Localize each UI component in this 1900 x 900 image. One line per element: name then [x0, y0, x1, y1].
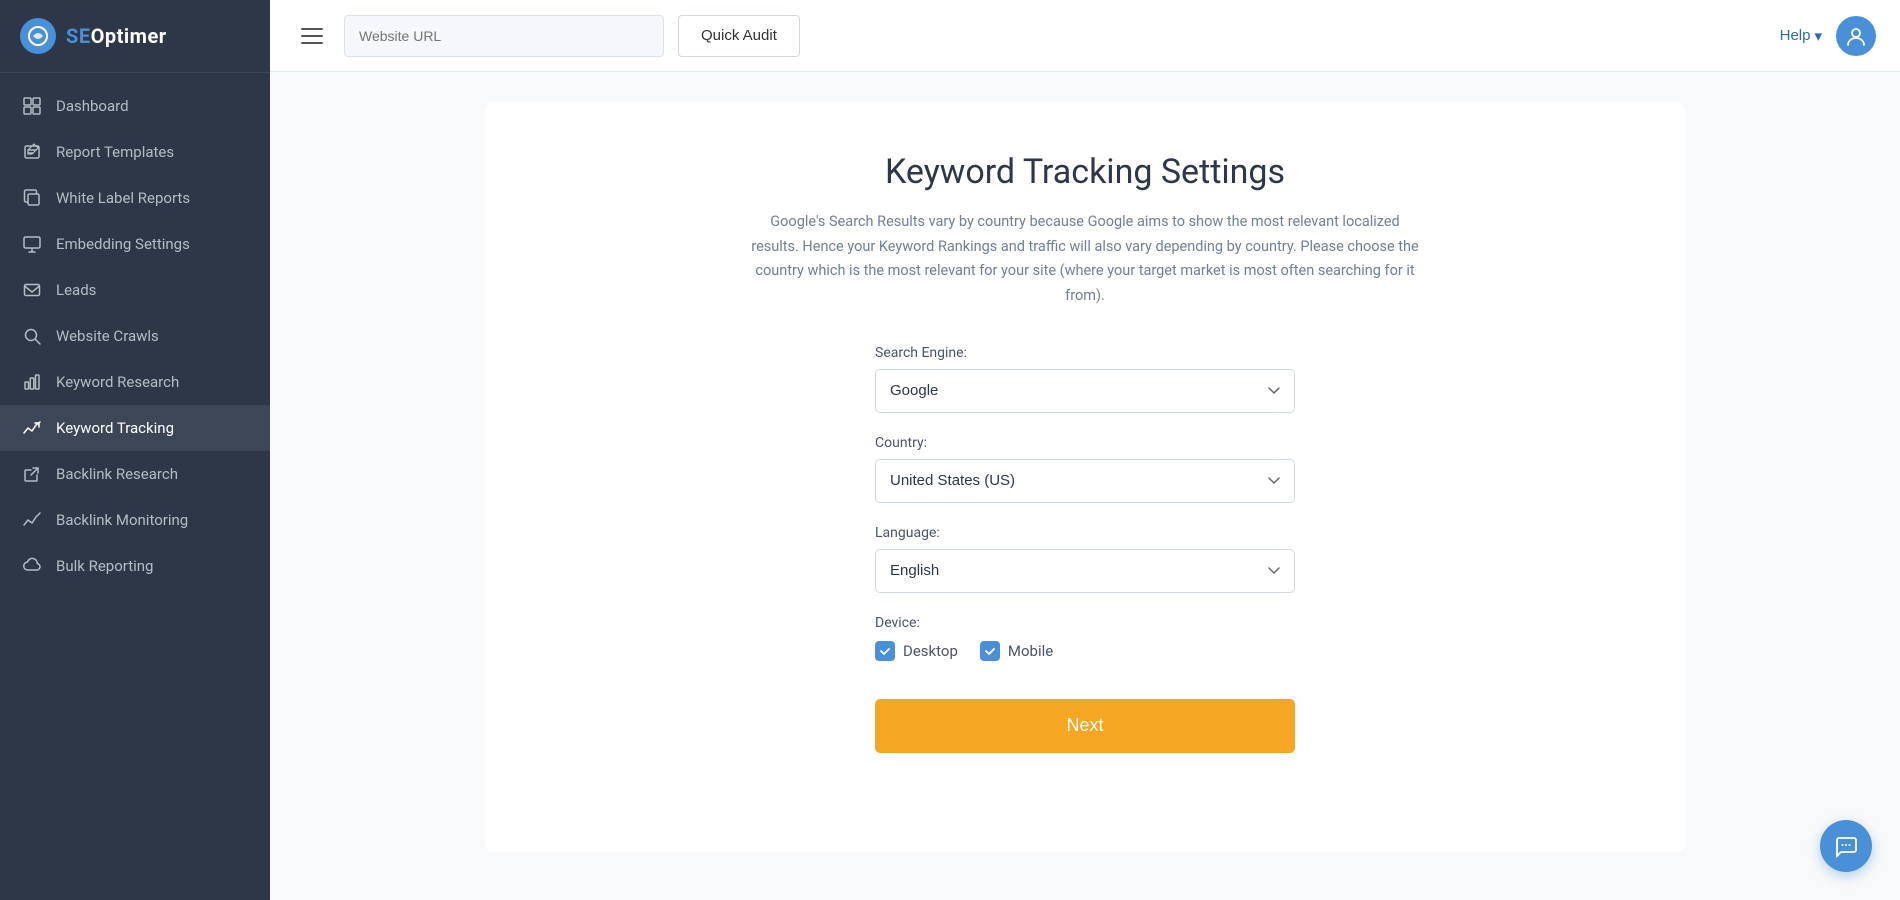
sidebar-item-website-crawls[interactable]: Website Crawls — [0, 313, 270, 359]
desktop-checkbox-label[interactable]: Desktop — [875, 641, 958, 661]
sidebar-item-keyword-research[interactable]: Keyword Research — [0, 359, 270, 405]
main-container: Quick Audit Help ▾ Keyword Tracking Sett… — [270, 0, 1900, 900]
copy-icon — [22, 188, 42, 208]
header: Quick Audit Help ▾ — [270, 0, 1900, 72]
logo-text: SEOptimer — [66, 24, 167, 48]
sidebar-item-label: White Label Reports — [56, 189, 190, 207]
settings-card: Keyword Tracking Settings Google's Searc… — [485, 102, 1685, 852]
device-options: Desktop Mobile — [875, 641, 1295, 661]
content-area: Keyword Tracking Settings Google's Searc… — [270, 72, 1900, 900]
country-select[interactable]: United States (US) United Kingdom (UK) A… — [875, 459, 1295, 503]
trending-icon — [22, 418, 42, 438]
monitor-icon — [22, 234, 42, 254]
cloud-icon — [22, 556, 42, 576]
page-title: Keyword Tracking Settings — [885, 152, 1285, 192]
sidebar-item-label: Bulk Reporting — [56, 557, 153, 575]
country-group: Country: United States (US) United Kingd… — [875, 435, 1295, 503]
search-engine-label: Search Engine: — [875, 345, 1295, 361]
search-engine-select[interactable]: Google Bing Yahoo — [875, 369, 1295, 413]
country-label: Country: — [875, 435, 1295, 451]
language-group: Language: English Spanish French German — [875, 525, 1295, 593]
sidebar-item-label: Website Crawls — [56, 327, 159, 345]
settings-form: Search Engine: Google Bing Yahoo Country… — [875, 345, 1295, 753]
chat-bubble-button[interactable] — [1820, 820, 1872, 872]
search-icon — [22, 326, 42, 346]
search-engine-group: Search Engine: Google Bing Yahoo — [875, 345, 1295, 413]
device-label: Device: — [875, 615, 1295, 631]
sidebar-item-label: Backlink Research — [56, 465, 178, 483]
hamburger-button[interactable] — [294, 18, 330, 54]
desktop-checkbox[interactable] — [875, 641, 895, 661]
sidebar-item-backlink-research[interactable]: Backlink Research — [0, 451, 270, 497]
url-input[interactable] — [344, 15, 664, 57]
grid-icon — [22, 96, 42, 116]
page-description: Google's Search Results vary by country … — [745, 210, 1425, 309]
external-link-icon — [22, 464, 42, 484]
sidebar-navigation: Dashboard Report Templates White Label — [0, 73, 270, 900]
logo-icon — [20, 18, 56, 54]
help-button[interactable]: Help ▾ — [1780, 27, 1822, 45]
trending-up-icon — [22, 510, 42, 530]
mobile-label: Mobile — [1008, 642, 1053, 660]
language-label: Language: — [875, 525, 1295, 541]
next-button[interactable]: Next — [875, 699, 1295, 753]
sidebar-item-label: Leads — [56, 281, 96, 299]
sidebar-item-dashboard[interactable]: Dashboard — [0, 83, 270, 129]
sidebar-item-label: Dashboard — [56, 97, 129, 115]
sidebar-item-label: Backlink Monitoring — [56, 511, 188, 529]
sidebar-item-label: Keyword Tracking — [56, 419, 174, 437]
mobile-checkbox[interactable] — [980, 641, 1000, 661]
edit-icon — [22, 142, 42, 162]
language-select[interactable]: English Spanish French German — [875, 549, 1295, 593]
mobile-checkbox-label[interactable]: Mobile — [980, 641, 1053, 661]
sidebar-item-label: Keyword Research — [56, 373, 179, 391]
sidebar-item-keyword-tracking[interactable]: Keyword Tracking — [0, 405, 270, 451]
sidebar-item-report-templates[interactable]: Report Templates — [0, 129, 270, 175]
quick-audit-button[interactable]: Quick Audit — [678, 15, 800, 57]
chevron-down-icon: ▾ — [1814, 27, 1822, 45]
sidebar-item-backlink-monitoring[interactable]: Backlink Monitoring — [0, 497, 270, 543]
sidebar-item-label: Report Templates — [56, 143, 174, 161]
sidebar-logo: SEOptimer — [0, 0, 270, 73]
mail-icon — [22, 280, 42, 300]
desktop-label: Desktop — [903, 642, 958, 660]
sidebar-item-leads[interactable]: Leads — [0, 267, 270, 313]
sidebar-item-embedding-settings[interactable]: Embedding Settings — [0, 221, 270, 267]
sidebar-item-white-label-reports[interactable]: White Label Reports — [0, 175, 270, 221]
device-group: Device: Desktop — [875, 615, 1295, 661]
bar-chart-icon — [22, 372, 42, 392]
user-avatar[interactable] — [1836, 16, 1876, 56]
sidebar: SEOptimer Dashboard — [0, 0, 270, 900]
sidebar-item-label: Embedding Settings — [56, 235, 190, 253]
sidebar-item-bulk-reporting[interactable]: Bulk Reporting — [0, 543, 270, 589]
